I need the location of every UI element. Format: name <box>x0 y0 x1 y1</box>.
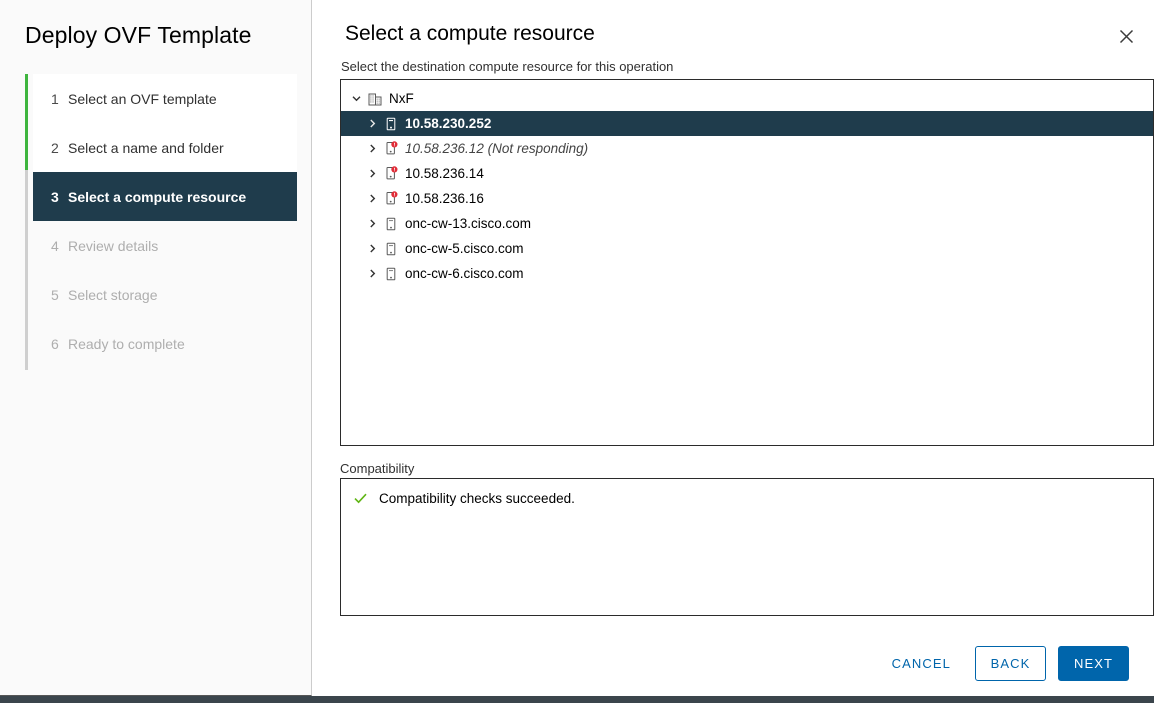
host-warning-icon <box>381 141 401 156</box>
wizard-step-5-number: 5 <box>51 286 59 303</box>
wizard-step-1-number: 1 <box>51 90 59 107</box>
host-warning-icon <box>381 166 401 181</box>
back-button[interactable]: BACK <box>975 645 1046 681</box>
wizard-step-1[interactable]: 1 Select an OVF template <box>33 74 297 123</box>
deploy-ovf-template-dialog: Deploy OVF Template 1 Select an OVF temp… <box>0 0 1154 703</box>
compatibility-message: Compatibility checks succeeded. <box>379 491 575 506</box>
chevron-down-icon[interactable] <box>347 93 365 104</box>
tree-node-label: 10.58.236.14 <box>405 166 484 181</box>
next-button[interactable]: NEXT <box>1058 645 1129 681</box>
host-icon <box>381 267 401 281</box>
wizard-main-panel: Select a compute resource Select the des… <box>313 0 1154 703</box>
wizard-footer: CANCEL BACK NEXT <box>313 630 1154 696</box>
chevron-right-icon[interactable] <box>363 268 381 279</box>
tree-row[interactable]: NxF <box>341 86 1153 111</box>
tree-row[interactable]: 10.58.236.12 (Not responding) <box>341 136 1153 161</box>
chevron-right-icon[interactable] <box>363 143 381 154</box>
window-bottom-edge <box>0 696 1154 703</box>
wizard-step-5: 5 Select storage <box>33 270 297 319</box>
tree-row[interactable]: onc-cw-13.cisco.com <box>341 211 1153 236</box>
tree-node-label: NxF <box>389 91 414 106</box>
wizard-progress-fill <box>25 74 28 170</box>
check-icon <box>353 491 373 506</box>
wizard-step-4-number: 4 <box>51 237 59 254</box>
tree-row[interactable]: 10.58.230.252 <box>341 111 1153 136</box>
wizard-step-4: 4 Review details <box>33 221 297 270</box>
tree-node-label: 10.58.236.16 <box>405 191 484 206</box>
wizard-step-6-label: Ready to complete <box>68 335 185 352</box>
tree-node-label: onc-cw-5.cisco.com <box>405 241 524 256</box>
chevron-right-icon[interactable] <box>363 193 381 204</box>
chevron-right-icon[interactable] <box>363 243 381 254</box>
host-icon <box>381 242 401 256</box>
wizard-step-2-number: 2 <box>51 139 59 156</box>
tree-node-label: onc-cw-6.cisco.com <box>405 266 524 281</box>
host-warning-icon <box>381 191 401 206</box>
tree-node-label: 10.58.236.12 (Not responding) <box>405 141 589 156</box>
wizard-step-list: 1 Select an OVF template 2 Select a name… <box>25 74 297 370</box>
wizard-step-6-number: 6 <box>51 335 59 352</box>
wizard-step-6: 6 Ready to complete <box>33 319 297 368</box>
wizard-step-2[interactable]: 2 Select a name and folder <box>33 123 297 172</box>
close-icon[interactable] <box>1112 22 1140 50</box>
wizard-step-3-number: 3 <box>51 188 59 205</box>
wizard-title: Deploy OVF Template <box>25 22 252 48</box>
chevron-right-icon[interactable] <box>363 218 381 229</box>
wizard-progress-rail <box>25 74 28 370</box>
datacenter-icon <box>365 92 385 106</box>
tree-row[interactable]: onc-cw-5.cisco.com <box>341 236 1153 261</box>
chevron-right-icon[interactable] <box>363 168 381 179</box>
wizard-step-1-label: Select an OVF template <box>68 90 217 107</box>
wizard-step-3-label: Select a compute resource <box>68 188 247 205</box>
chevron-right-icon[interactable] <box>363 118 381 129</box>
tree-row[interactable]: onc-cw-6.cisco.com <box>341 261 1153 286</box>
tree-row[interactable]: 10.58.236.14 <box>341 161 1153 186</box>
tree-node-label: 10.58.230.252 <box>405 116 492 131</box>
tree-row[interactable]: 10.58.236.16 <box>341 186 1153 211</box>
compatibility-panel: Compatibility checks succeeded. <box>340 478 1154 616</box>
host-icon <box>381 117 401 131</box>
page-subtitle: Select the destination compute resource … <box>341 59 674 74</box>
host-icon <box>381 217 401 231</box>
page-title: Select a compute resource <box>345 22 595 45</box>
wizard-step-3[interactable]: 3 Select a compute resource <box>33 172 297 221</box>
compute-resource-tree[interactable]: NxF 10.58.230.252 10.58.236.12 (Not resp… <box>340 79 1154 446</box>
compatibility-status: Compatibility checks succeeded. <box>341 479 1153 506</box>
wizard-step-5-label: Select storage <box>68 286 158 303</box>
compatibility-label: Compatibility <box>340 461 415 476</box>
tree-node-label: onc-cw-13.cisco.com <box>405 216 532 231</box>
cancel-button[interactable]: CANCEL <box>880 648 963 679</box>
wizard-sidebar: Deploy OVF Template 1 Select an OVF temp… <box>0 0 312 696</box>
wizard-step-4-label: Review details <box>68 237 159 254</box>
wizard-step-2-label: Select a name and folder <box>68 139 224 156</box>
